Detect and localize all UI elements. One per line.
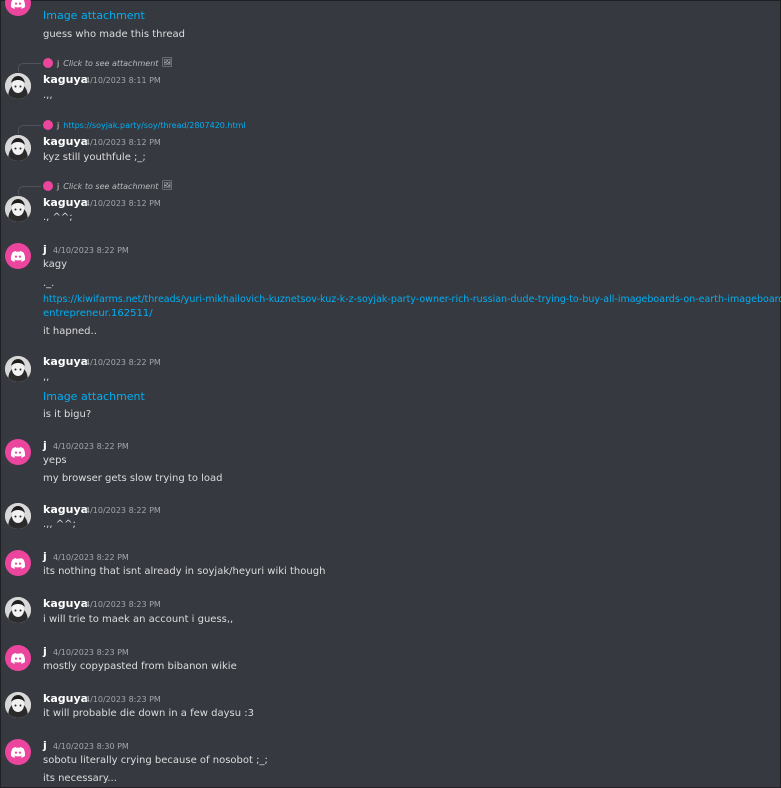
username[interactable]: j bbox=[43, 550, 47, 563]
reply-spine bbox=[18, 63, 41, 72]
timestamp: 4/10/2023 8:22 PM bbox=[53, 246, 129, 255]
username[interactable]: kaguya bbox=[43, 597, 88, 610]
timestamp: 4/10/2023 8:22 PM bbox=[85, 506, 161, 515]
timestamp: 4/10/2023 8:22 PM bbox=[85, 358, 161, 367]
timestamp: 4/10/2023 8:12 PM bbox=[85, 138, 161, 147]
reply-author: j bbox=[57, 120, 60, 130]
image-attachment-link[interactable]: Image attachment bbox=[43, 390, 145, 403]
reply-text: Click to see attachment bbox=[63, 181, 159, 191]
message-text: yeps bbox=[43, 455, 67, 466]
message-link-continued[interactable]: entrepreneur.162511/ bbox=[43, 308, 153, 319]
message-text: .,, ^^; bbox=[43, 519, 76, 530]
message-text: it hapned.. bbox=[43, 326, 97, 337]
username[interactable]: j bbox=[43, 739, 47, 752]
message-text: kyz still youthfule ;_; bbox=[43, 152, 146, 163]
username[interactable]: j bbox=[43, 243, 47, 256]
discord-avatar[interactable] bbox=[5, 739, 31, 765]
reply-reference[interactable]: j https://soyjak.party/soy/thread/280742… bbox=[43, 119, 246, 131]
username[interactable]: j bbox=[43, 645, 47, 658]
username[interactable]: kaguya bbox=[43, 355, 88, 368]
message-text: kagy bbox=[43, 259, 68, 270]
timestamp: 4/10/2023 8:11 PM bbox=[85, 76, 161, 85]
message-text: its nothing that isnt already in soyjak/… bbox=[43, 566, 326, 577]
message-text: .,, bbox=[43, 90, 53, 101]
discord-avatar[interactable] bbox=[5, 550, 31, 576]
username[interactable]: kaguya bbox=[43, 73, 88, 86]
message-text: ,, bbox=[43, 372, 50, 383]
reply-author: j bbox=[57, 58, 60, 68]
kaguya-avatar[interactable] bbox=[5, 73, 31, 99]
message-text: is it bigu? bbox=[43, 409, 92, 420]
image-attachment-link[interactable]: Image attachment bbox=[43, 9, 145, 22]
message-text: it will probable die down in a few daysu… bbox=[43, 708, 254, 719]
message-text: ., ^^; bbox=[43, 212, 73, 223]
message-text: i will trie to maek an account i guess,, bbox=[43, 614, 234, 625]
message-text: ._. bbox=[43, 278, 55, 289]
kaguya-avatar[interactable] bbox=[5, 692, 31, 718]
discord-avatar[interactable] bbox=[5, 439, 31, 465]
timestamp: 4/10/2023 8:22 PM bbox=[53, 553, 129, 562]
image-icon: 🖼 bbox=[161, 181, 173, 191]
username[interactable]: j bbox=[43, 439, 47, 452]
username[interactable]: kaguya bbox=[43, 692, 88, 705]
image-icon: 🖼 bbox=[161, 58, 173, 68]
reply-spine bbox=[18, 186, 41, 195]
discord-avatar[interactable] bbox=[5, 645, 31, 671]
discord-icon bbox=[43, 181, 53, 191]
reply-reference[interactable]: j Click to see attachment 🖼 bbox=[43, 180, 173, 192]
message-text: sobotu literally crying because of nosob… bbox=[43, 755, 268, 766]
reply-author: j bbox=[57, 181, 60, 191]
username[interactable]: kaguya bbox=[43, 196, 88, 209]
message-text: my browser gets slow trying to load bbox=[43, 473, 223, 484]
message-text: its necessary... bbox=[43, 773, 117, 784]
message-text: guess who made this thread bbox=[43, 29, 186, 40]
reply-spine bbox=[18, 125, 41, 134]
reply-reference[interactable]: j Click to see attachment 🖼 bbox=[43, 57, 173, 69]
timestamp: 4/10/2023 8:22 PM bbox=[53, 442, 129, 451]
kaguya-avatar[interactable] bbox=[5, 356, 31, 382]
timestamp: 4/10/2023 8:23 PM bbox=[85, 600, 161, 609]
discord-icon bbox=[43, 120, 53, 130]
timestamp: 4/10/2023 8:23 PM bbox=[85, 695, 161, 704]
discord-avatar[interactable] bbox=[5, 243, 31, 269]
username[interactable]: kaguya bbox=[43, 503, 88, 516]
kaguya-avatar[interactable] bbox=[5, 196, 31, 222]
discord-icon bbox=[43, 58, 53, 68]
kaguya-avatar[interactable] bbox=[5, 597, 31, 623]
kaguya-avatar[interactable] bbox=[5, 503, 31, 529]
timestamp: 4/10/2023 8:12 PM bbox=[85, 199, 161, 208]
timestamp: 4/10/2023 8:30 PM bbox=[53, 742, 129, 751]
kaguya-avatar[interactable] bbox=[5, 135, 31, 161]
reply-link[interactable]: https://soyjak.party/soy/thread/2807420.… bbox=[63, 121, 245, 130]
message-link[interactable]: https://kiwifarms.net/threads/yuri-mikha… bbox=[43, 294, 781, 305]
timestamp: 4/10/2023 8:23 PM bbox=[53, 648, 129, 657]
reply-text: Click to see attachment bbox=[63, 58, 159, 68]
username[interactable]: kaguya bbox=[43, 135, 88, 148]
message-text: mostly copypasted from bibanon wikie bbox=[43, 661, 237, 672]
